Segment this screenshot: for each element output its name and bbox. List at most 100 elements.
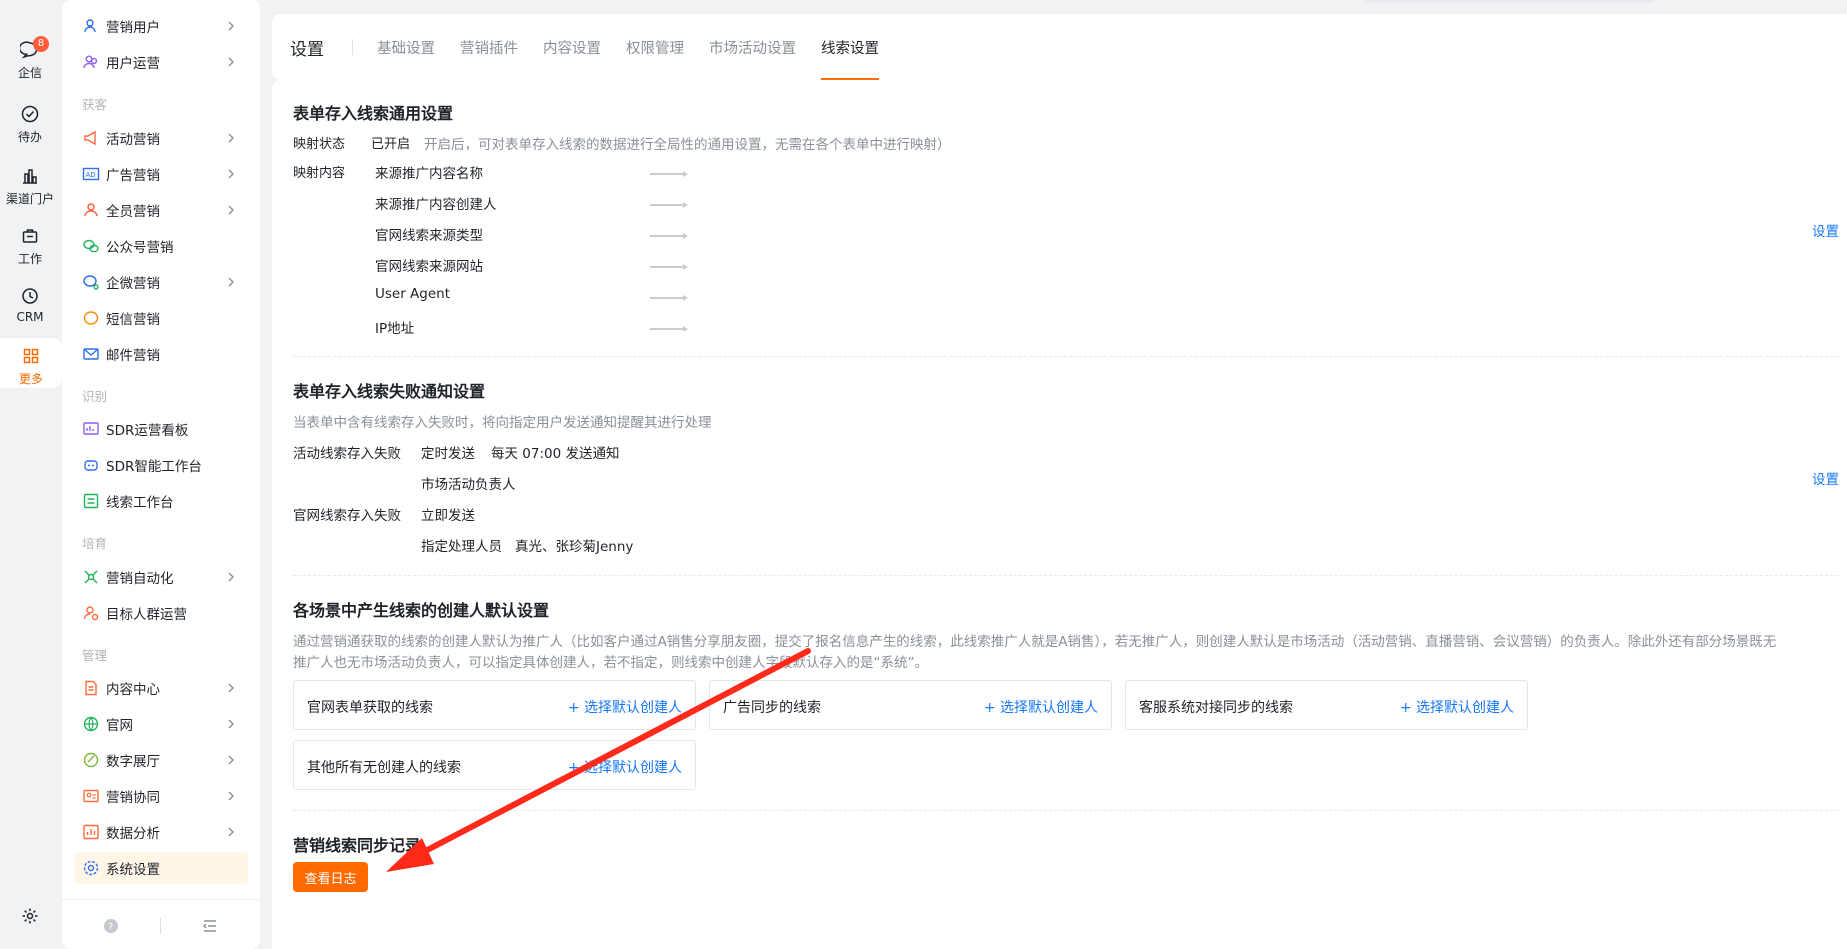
menu-item-official-website[interactable]: 官网	[74, 708, 248, 740]
mapping-status-desc: 开启后，可对表单存入线索的数据进行全局性的通用设置，无需在各个表单中进行映射）	[424, 137, 951, 153]
website-fail-mode: 立即发送	[421, 508, 475, 524]
unread-badge: 8	[33, 36, 49, 52]
menu-item-user-ops[interactable]: 用户运营	[74, 46, 248, 78]
tab-campaign-settings[interactable]: 市场活动设置	[709, 14, 796, 80]
chevron-right-icon	[228, 57, 234, 67]
select-default-creator-button[interactable]: + 选择默认创建人	[1400, 697, 1514, 717]
tab-marketing-plugins[interactable]: 营销插件	[460, 14, 518, 80]
rail-settings[interactable]	[0, 906, 60, 930]
rail-item-channel-portal[interactable]: 渠道门户	[0, 166, 60, 207]
page-title: 设置	[290, 39, 324, 60]
menu-item-sdr-workbench[interactable]: SDR智能工作台	[74, 449, 248, 481]
collapse-menu-icon[interactable]	[202, 918, 218, 934]
menu-item-lead-workbench[interactable]: 线索工作台	[74, 485, 248, 517]
bar-chart-icon	[83, 824, 99, 840]
megaphone-icon	[84, 130, 96, 146]
menu-group-nurture: 培育	[82, 536, 108, 551]
select-default-creator-button[interactable]: + 选择默认创建人	[568, 697, 682, 717]
list-icon	[83, 493, 99, 509]
menu-label: 官网	[106, 718, 133, 734]
card-label: 官网表单获取的线索	[307, 700, 433, 716]
rail-item-crm[interactable]: CRM	[0, 286, 60, 324]
menu-item-email-marketing[interactable]: 邮件营销	[74, 338, 248, 370]
creator-card-service-sync: 客服系统对接同步的线索 + 选择默认创建人	[1125, 680, 1528, 730]
contact-card-icon	[83, 789, 99, 803]
title-divider	[352, 39, 353, 55]
chevron-right-icon	[228, 755, 234, 765]
section-divider	[293, 575, 1838, 576]
menu-item-data-analysis[interactable]: 数据分析	[74, 816, 248, 848]
mapping-user-agent: User Agent	[375, 286, 451, 302]
section1-settings-link[interactable]: 设置	[1812, 220, 1839, 240]
mapping-arrow-icon	[650, 326, 688, 332]
menu-item-sms-marketing[interactable]: 短信营销	[74, 302, 248, 334]
tab-basic-settings[interactable]: 基础设置	[377, 14, 435, 80]
section-title-sync-log: 营销线索同步记录	[293, 836, 422, 855]
card-label: 广告同步的线索	[723, 700, 821, 716]
menu-label: 营销自动化	[106, 571, 174, 587]
menu-label: 邮件营销	[106, 348, 160, 364]
view-log-button[interactable]: 查看日志	[293, 862, 368, 892]
menu-item-content-center[interactable]: 内容中心	[74, 672, 248, 704]
building-chart-icon	[23, 169, 37, 184]
gear-icon	[22, 908, 38, 924]
rail-item-todo[interactable]: 待办	[0, 104, 60, 145]
section-title-form-to-lead: 表单存入线索通用设置	[293, 104, 454, 123]
sms-icon	[83, 311, 99, 325]
menu-item-marketing-users[interactable]: 营销用户	[74, 10, 248, 42]
activity-fail-recipient: 市场活动负责人	[421, 477, 516, 493]
menu-item-system-settings[interactable]: 系统设置	[74, 852, 248, 884]
creator-card-website-form: 官网表单获取的线索 + 选择默认创建人	[293, 680, 696, 730]
mail-icon	[83, 348, 99, 360]
menu-item-marketing-automation[interactable]: 营销自动化	[74, 561, 248, 593]
section2-settings-link[interactable]: 设置	[1812, 468, 1839, 488]
menu-label: 活动营销	[106, 132, 160, 148]
menu-group-acquire: 获客	[82, 97, 108, 112]
tab-lead-settings[interactable]: 线索设置	[821, 14, 879, 80]
tab-content-settings[interactable]: 内容设置	[543, 14, 601, 80]
mapping-website-lead-type: 官网线索来源类型	[375, 228, 483, 244]
top-search-bar[interactable]	[1365, 0, 1655, 3]
rail-item-messages[interactable]: 8 企信	[0, 36, 60, 81]
chevron-right-icon	[228, 169, 234, 179]
menu-label: 公众号营销	[106, 240, 174, 256]
mapping-ip-address: IP地址	[375, 321, 415, 337]
rail-item-work[interactable]: 工作	[0, 226, 60, 267]
app-rail: 8 企信 待办 渠道门户 工作 CRM 更多	[0, 0, 62, 949]
menu-item-target-audience[interactable]: 目标人群运营	[74, 597, 248, 629]
rail-label: 企信	[17, 66, 42, 80]
menu-label: SDR运营看板	[106, 423, 189, 439]
help-icon[interactable]: ?	[103, 918, 119, 934]
menu-label: 目标人群运营	[106, 607, 187, 623]
mapping-arrow-icon	[650, 233, 688, 239]
tab-permissions[interactable]: 权限管理	[626, 14, 684, 80]
creator-card-others: 其他所有无创建人的线索 + 选择默认创建人	[293, 740, 696, 790]
menu-item-marketing-collab[interactable]: 营销协同	[74, 780, 248, 812]
menu-label: 营销用户	[106, 20, 160, 36]
chevron-right-icon	[228, 205, 234, 215]
settings-header: 设置 基础设置 营销插件 内容设置 权限管理 市场活动设置 线索设置	[272, 14, 1847, 80]
mapping-status-value: 已开启	[371, 137, 411, 152]
menu-item-ad-marketing[interactable]: AD 广告营销	[74, 158, 248, 190]
menu-label: SDR智能工作台	[106, 459, 202, 475]
rail-label: CRM	[16, 310, 44, 324]
footer-divider	[160, 918, 161, 934]
menu-item-activity-marketing[interactable]: 活动营销	[74, 122, 248, 154]
menu-label: 广告营销	[106, 168, 160, 184]
select-default-creator-button[interactable]: + 选择默认创建人	[984, 697, 1098, 717]
svg-text:?: ?	[108, 922, 113, 933]
menu-item-all-staff-marketing[interactable]: 全员营销	[74, 194, 248, 226]
section-divider	[293, 810, 1838, 811]
section-title-fail-notify: 表单存入线索失败通知设置	[293, 382, 486, 401]
menu-item-wecom-marketing[interactable]: 企微营销	[74, 266, 248, 298]
website-fail-recipient-label: 指定处理人员	[421, 539, 502, 555]
menu-item-official-account[interactable]: 公众号营销	[74, 230, 248, 262]
rail-item-more[interactable]: 更多	[0, 338, 62, 388]
menu-item-sdr-dashboard[interactable]: SDR运营看板	[74, 413, 248, 445]
rail-label: 工作	[17, 252, 42, 266]
menu-label: 线索工作台	[106, 495, 174, 511]
mapping-content-label: 映射内容	[293, 166, 346, 181]
mapping-website-lead-site: 官网线索来源网站	[375, 259, 483, 275]
menu-item-digital-showroom[interactable]: 数字展厅	[74, 744, 248, 776]
select-default-creator-button[interactable]: + 选择默认创建人	[568, 757, 682, 777]
